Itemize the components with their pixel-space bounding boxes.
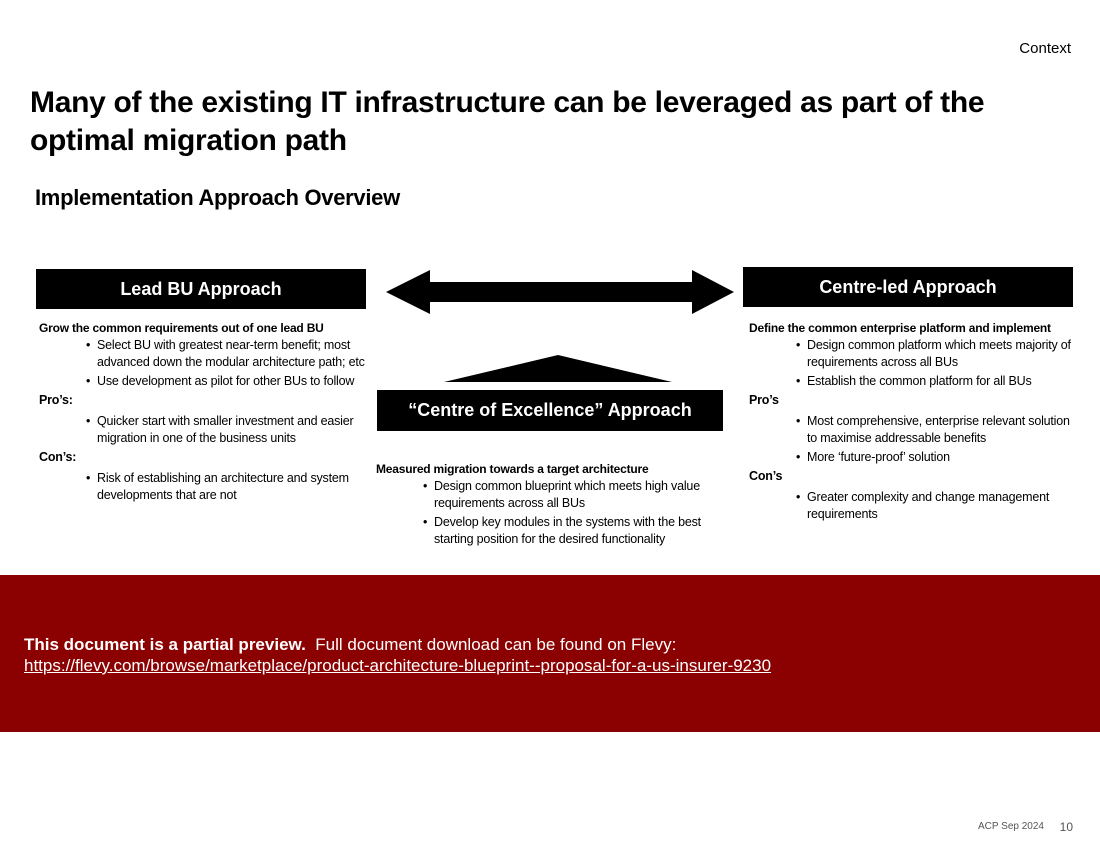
lead-bu-column: Grow the common requirements out of one …: [39, 320, 369, 506]
triangle-icon: [444, 355, 672, 382]
banner-bold: This document is a partial preview.: [24, 635, 306, 654]
pros-label: Pro’s:: [39, 393, 73, 407]
double-arrow-icon: [386, 270, 734, 314]
bullet: Use development as pilot for other BUs t…: [86, 373, 369, 390]
preview-banner: This document is a partial preview. Full…: [0, 575, 1100, 732]
bullet: Greater complexity and change management…: [796, 489, 1079, 523]
centre-led-heading: Centre-led Approach: [743, 267, 1073, 307]
bullet: More ‘future-proof’ solution: [796, 449, 1079, 466]
lead-text: Grow the common requirements out of one …: [39, 321, 324, 335]
footer-label: ACP Sep 2024: [978, 821, 1044, 832]
bullet: Design common platform which meets major…: [796, 337, 1079, 371]
centre-led-column: Define the common enterprise platform an…: [749, 320, 1079, 525]
lead-text: Measured migration towards a target arch…: [376, 462, 649, 476]
bullet: Develop key modules in the systems with …: [423, 514, 726, 548]
section-label: Context: [1019, 40, 1071, 57]
bullet: Establish the common platform for all BU…: [796, 373, 1079, 390]
cons-label: Con’s: [749, 469, 783, 483]
lead-bu-heading: Lead BU Approach: [36, 269, 366, 309]
bullet: Design common blueprint which meets high…: [423, 478, 726, 512]
page-number: 10: [1059, 820, 1073, 834]
lead-text: Define the common enterprise platform an…: [749, 321, 1051, 335]
bullet: Risk of establishing an architecture and…: [86, 470, 369, 504]
download-link[interactable]: https://flevy.com/browse/marketplace/pro…: [24, 656, 771, 675]
page-subtitle: Implementation Approach Overview: [35, 185, 400, 210]
page-title: Many of the existing IT infrastructure c…: [30, 86, 985, 157]
bullet: Select BU with greatest near-term benefi…: [86, 337, 369, 371]
bullet: Quicker start with smaller investment an…: [86, 413, 369, 447]
coe-heading: “Centre of Excellence” Approach: [377, 390, 723, 431]
bullet: Most comprehensive, enterprise relevant …: [796, 413, 1079, 447]
cons-label: Con’s:: [39, 450, 77, 464]
pros-label: Pro’s: [749, 393, 779, 407]
coe-column: Measured migration towards a target arch…: [376, 461, 726, 550]
banner-text: Full document download can be found on F…: [315, 635, 677, 654]
